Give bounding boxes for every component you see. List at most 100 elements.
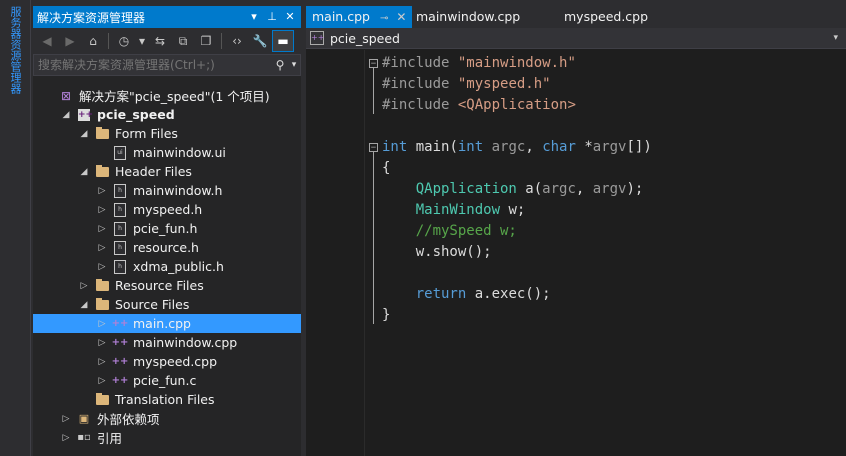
solution-explorer-toolbar: ◀ ▶ ⌂ ◷ ▾ ⇆ ⧉ ❐ ‹› 🔧 ▬ bbox=[33, 28, 301, 54]
code-line: int main(int argc, char *argv[]) bbox=[382, 139, 652, 155]
expand-arrow-icon[interactable]: ▷ bbox=[61, 433, 71, 443]
expand-arrow-icon[interactable]: ▷ bbox=[97, 186, 107, 196]
show-all-files-icon[interactable]: ❐ bbox=[196, 31, 216, 51]
collapse-region-icon[interactable]: − bbox=[369, 59, 378, 69]
tree-item-label: Translation Files bbox=[115, 392, 215, 407]
header-file-icon: h bbox=[113, 221, 127, 236]
expand-arrow-icon[interactable]: ▷ bbox=[97, 357, 107, 367]
back-icon[interactable]: ◀ bbox=[37, 31, 57, 51]
code-line: #include "myspeed.h" bbox=[382, 76, 551, 92]
tree-item-label: pcie_fun.h bbox=[133, 221, 198, 236]
tree-item[interactable]: ⊠ 解决方案"pcie_speed"(1 个项目) bbox=[33, 86, 301, 105]
tab-main-cpp[interactable]: main.cpp ⊸ ✕ bbox=[306, 6, 412, 28]
solution-icon: ⊠ bbox=[60, 88, 72, 103]
dependencies-icon: ▣ bbox=[78, 412, 90, 425]
tab-label: mainwindow.cpp bbox=[416, 9, 521, 24]
tree-item[interactable]: ◢ ++ pcie_speed bbox=[33, 105, 301, 124]
pin-icon[interactable]: ⊸ bbox=[380, 13, 388, 24]
tree-item[interactable]: ▷ ++ pcie_fun.c bbox=[33, 371, 301, 390]
tree-item[interactable]: ui mainwindow.ui bbox=[33, 143, 301, 162]
collapse-arrow-icon[interactable]: ◢ bbox=[79, 300, 89, 310]
expand-arrow-icon[interactable]: ▷ bbox=[97, 376, 107, 386]
tree-item[interactable]: ▷ h myspeed.h bbox=[33, 200, 301, 219]
tree-item-label: Header Files bbox=[115, 164, 192, 179]
tree-item-label: myspeed.cpp bbox=[133, 354, 218, 369]
tree-item[interactable]: ▷ h mainwindow.h bbox=[33, 181, 301, 200]
code-line: { bbox=[382, 160, 391, 176]
header-file-icon: h bbox=[113, 202, 127, 217]
tab-mainwindow-cpp[interactable]: mainwindow.cpp bbox=[410, 6, 520, 28]
history-dropdown-icon[interactable]: ▾ bbox=[137, 31, 147, 51]
chevron-down-icon[interactable]: ▾ bbox=[833, 33, 838, 43]
tree-item-label: mainwindow.cpp bbox=[133, 335, 238, 350]
expand-arrow-icon[interactable]: ▷ bbox=[79, 281, 89, 291]
expand-arrow-icon[interactable]: ▷ bbox=[97, 338, 107, 348]
close-tab-icon[interactable]: ✕ bbox=[396, 10, 406, 24]
tree-item-label: mainwindow.h bbox=[133, 183, 223, 198]
tree-item[interactable]: ◢ Source Files bbox=[33, 295, 301, 314]
tree-item-label: 解决方案"pcie_speed"(1 个项目) bbox=[79, 89, 270, 104]
code-line: w.show(); bbox=[382, 244, 492, 260]
close-icon[interactable]: ✕ bbox=[283, 9, 297, 25]
expand-arrow-icon[interactable]: ▷ bbox=[97, 205, 107, 215]
expand-arrow-icon[interactable]: ▷ bbox=[61, 414, 71, 424]
tree-item[interactable]: ▷ ++ mainwindow.cpp bbox=[33, 333, 301, 352]
project-icon: ++ bbox=[78, 108, 94, 121]
collapse-all-icon[interactable]: ⧉ bbox=[173, 31, 193, 51]
server-explorer-tab[interactable]: 服务器资源管理器 bbox=[8, 6, 22, 94]
tree-item[interactable]: ▷ h resource.h bbox=[33, 238, 301, 257]
forward-icon[interactable]: ▶ bbox=[60, 31, 80, 51]
expand-arrow-icon[interactable]: ▷ bbox=[97, 243, 107, 253]
folder-icon bbox=[95, 297, 109, 312]
tree-item[interactable]: ▷ ▪▫ 引用 bbox=[33, 428, 301, 447]
collapse-arrow-icon[interactable]: ◢ bbox=[79, 129, 89, 139]
tree-item[interactable]: ▷ h xdma_public.h bbox=[33, 257, 301, 276]
tab-label: main.cpp bbox=[312, 9, 370, 24]
solution-search-input[interactable] bbox=[34, 58, 272, 72]
header-file-icon: h bbox=[113, 259, 127, 274]
project-scope-dropdown[interactable]: ++ pcie_speed ▾ bbox=[310, 30, 838, 46]
fold-guide-line bbox=[373, 152, 374, 324]
project-icon: ++ bbox=[310, 31, 324, 45]
code-line: QApplication a(argc, argv); bbox=[415, 181, 644, 197]
expand-arrow-icon[interactable]: ▷ bbox=[97, 224, 107, 234]
fold-guide-line bbox=[373, 68, 374, 114]
header-file-icon: h bbox=[113, 240, 127, 255]
preview-selected-icon[interactable]: ▬ bbox=[272, 30, 294, 52]
tree-item[interactable]: ▷ Resource Files bbox=[33, 276, 301, 295]
code-line: #include "mainwindow.h" bbox=[382, 55, 576, 71]
view-code-icon[interactable]: ‹› bbox=[227, 31, 247, 51]
tree-item-label: xdma_public.h bbox=[133, 259, 224, 274]
pin-icon[interactable]: ⊥ bbox=[265, 9, 279, 25]
tree-item[interactable]: ▷ ++ myspeed.cpp bbox=[33, 352, 301, 371]
collapse-arrow-icon[interactable]: ◢ bbox=[61, 110, 71, 120]
tree-item[interactable]: ◢ Form Files bbox=[33, 124, 301, 143]
expand-arrow-icon[interactable]: ▷ bbox=[97, 319, 107, 329]
tab-myspeed-cpp[interactable]: myspeed.cpp bbox=[558, 6, 648, 28]
search-options-dropdown-icon[interactable]: ▾ bbox=[288, 60, 300, 70]
tree-item[interactable]: ▷ h pcie_fun.h bbox=[33, 219, 301, 238]
collapse-arrow-icon[interactable]: ◢ bbox=[79, 167, 89, 177]
properties-wrench-icon[interactable]: 🔧 bbox=[250, 31, 270, 51]
expand-arrow-icon[interactable]: ▷ bbox=[97, 262, 107, 272]
cpp-file-icon: ++ bbox=[111, 375, 129, 386]
toolbar-separator bbox=[221, 33, 222, 49]
sync-icon[interactable]: ⇆ bbox=[150, 31, 170, 51]
collapse-region-icon[interactable]: − bbox=[369, 143, 378, 153]
window-position-dropdown-icon[interactable]: ▾ bbox=[247, 9, 261, 25]
solution-explorer-titlebar: 解决方案资源管理器 ▾ ⊥ ✕ bbox=[33, 6, 301, 28]
tree-item-label: 外部依赖项 bbox=[97, 412, 160, 427]
search-icon[interactable]: ⚲ bbox=[272, 58, 288, 72]
home-icon[interactable]: ⌂ bbox=[83, 31, 103, 51]
tree-item[interactable]: ▷ ++ main.cpp bbox=[33, 314, 301, 333]
tree-item[interactable]: ◢ Header Files bbox=[33, 162, 301, 181]
tree-item[interactable]: ▷ ▣ 外部依赖项 bbox=[33, 409, 301, 428]
solution-search-box: ⚲ ▾ bbox=[33, 54, 301, 76]
tree-item-label: pcie_speed bbox=[97, 107, 175, 122]
code-line: return a.exec(); bbox=[415, 286, 551, 302]
tree-item-label: main.cpp bbox=[133, 316, 191, 331]
scope-label: pcie_speed bbox=[330, 30, 400, 46]
history-icon[interactable]: ◷ bbox=[114, 31, 134, 51]
folder-icon bbox=[95, 164, 109, 179]
tree-item[interactable]: Translation Files bbox=[33, 390, 301, 409]
